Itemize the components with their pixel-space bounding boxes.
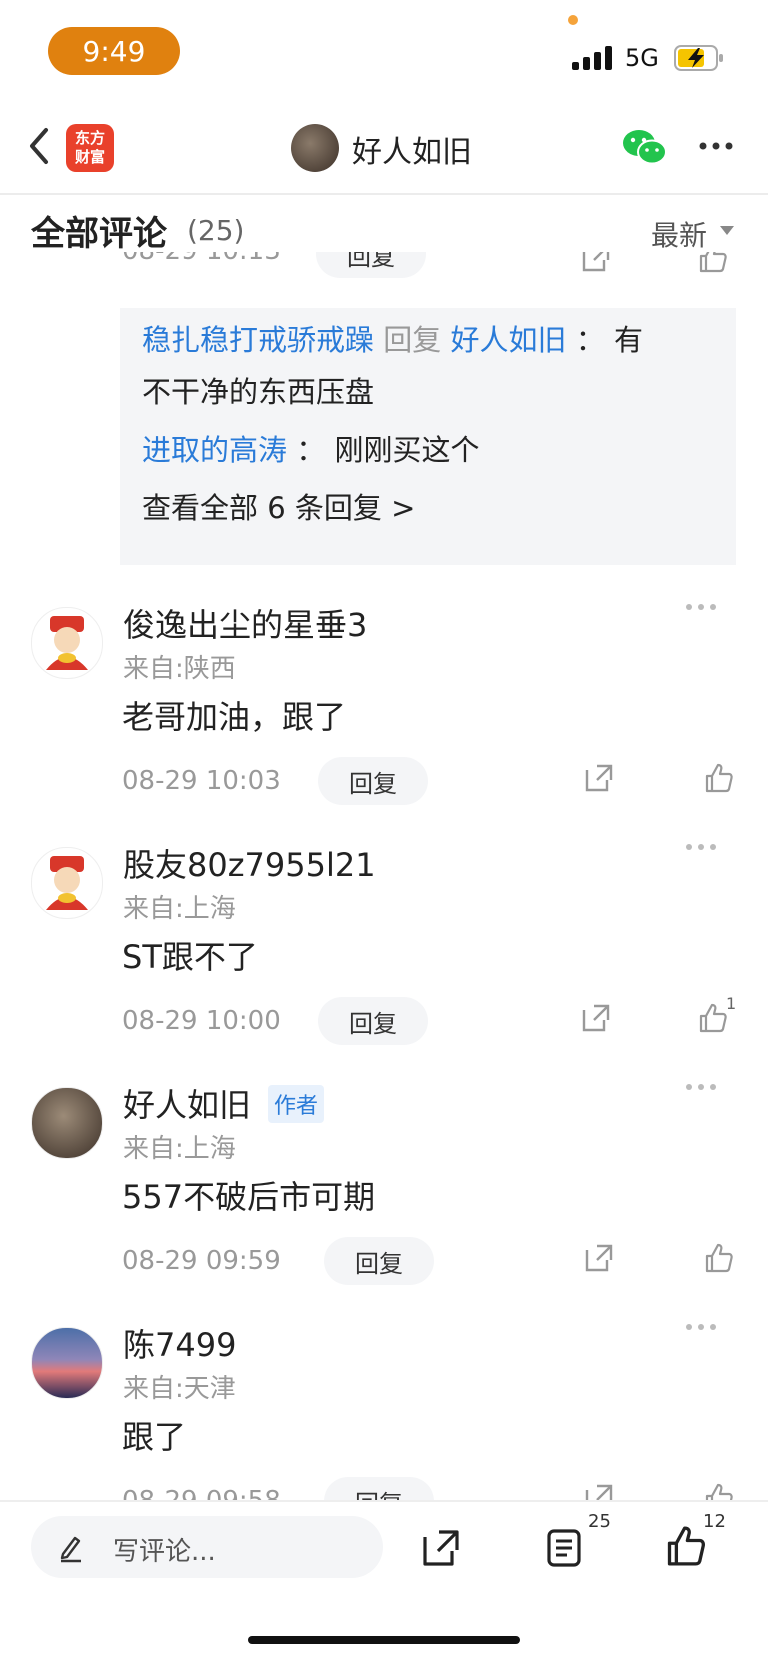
signal-icon [572,46,612,70]
back-chevron-icon[interactable] [26,126,52,166]
comment-date: 08-29 10:13 [122,252,281,266]
sort-dropdown[interactable]: 最新 [651,214,707,254]
comment-item: 俊逸出尘的星垂3 来自:陕西 老哥加油，跟了 08-29 10:03 回复 [0,590,768,820]
comment-date: 08-29 09:59 [122,1246,281,1276]
reply-button[interactable]: 回复 [324,1237,434,1285]
share-icon[interactable] [420,1527,462,1569]
reply-target-link[interactable]: 好人如旧 [450,323,566,357]
reply-separator: ： [296,433,326,467]
caret-down-icon[interactable] [720,226,734,235]
author-avatar[interactable] [291,124,339,172]
thumbs-up-icon[interactable] [703,1242,735,1274]
more-options-icon[interactable] [684,602,718,612]
reply-text-b: 不干净的东西压盘 [142,375,375,409]
share-icon[interactable] [583,762,615,794]
home-indicator [248,1636,520,1644]
comment-item: 好人如旧 作者 来自:上海 557不破后市可期 08-29 09:59 回复 [0,1070,768,1300]
battery-icon [674,45,723,71]
thumbs-up-icon[interactable] [697,1002,729,1034]
comment-list-icon[interactable] [545,1527,583,1569]
more-options-icon[interactable] [684,842,718,852]
reply-text-a: 有 [613,323,643,357]
reply-user-link[interactable]: 稳扎稳打戒骄戒躁 [142,323,374,357]
comment-location: 来自:陕西 [123,654,236,684]
section-title: 全部评论 [31,214,167,254]
more-options-icon[interactable] [684,1082,718,1092]
wechat-icon[interactable] [622,128,668,166]
reply-button[interactable]: 回复 [318,757,428,805]
comment-text: 跟了 [122,1418,187,1456]
network-label: 5G [625,44,659,72]
author-badge: 作者 [268,1085,325,1123]
like-count: 1 [726,994,737,1013]
view-all-replies-link[interactable]: 查看全部 6 条回复 > [142,482,415,534]
app-logo-line2: 财富 [74,148,105,166]
comment-item: 陈7499 来自:天津 跟了 08-29 09:58 回复 [0,1310,768,1500]
comment-location: 来自:天津 [123,1374,236,1404]
reply-verb: 回复 [383,323,442,357]
comment-location: 来自:上海 [123,894,236,924]
reply-user-link[interactable]: 进取的高涛 [142,433,287,467]
thumbs-up-icon[interactable] [664,1524,708,1568]
comment-username[interactable]: 俊逸出尘的星垂3 [123,600,367,646]
share-icon[interactable] [583,1482,615,1500]
comment-date: 08-29 09:58 [122,1486,281,1500]
privacy-indicator-dot [568,15,578,25]
fortune-god-avatar-icon [46,616,88,670]
share-icon[interactable] [580,252,612,274]
write-comment-placeholder[interactable]: 写评论... [113,1531,216,1568]
avatar[interactable] [31,1327,103,1399]
comment-date: 08-29 10:00 [122,1006,281,1036]
share-icon[interactable] [580,1002,612,1034]
reply-separator: ： [575,323,605,357]
comment-date: 08-29 10:03 [122,766,281,796]
reply-button[interactable]: 回复 [324,1477,434,1500]
thumbs-up-icon[interactable] [703,762,735,794]
app-logo-line1: 东方 [74,129,105,147]
comment-username[interactable]: 好人如旧 [123,1080,251,1126]
avatar[interactable] [31,847,103,919]
comment-username[interactable]: 陈7499 [123,1320,236,1366]
share-icon[interactable] [583,1242,615,1274]
comment-text: 老哥加油，跟了 [122,698,347,736]
fortune-god-avatar-icon [46,856,88,910]
reply-text: 刚刚买这个 [334,433,480,467]
more-horizontal-icon[interactable] [698,140,734,152]
comment-count-badge: 25 [588,1511,611,1532]
comment-item: 股友80z7955l21 来自:上海 ST跟不了 08-29 10:00 回复 … [0,830,768,1060]
app-logo[interactable]: 东方 财富 [66,124,114,172]
avatar[interactable] [31,607,103,679]
like-count-badge: 12 [703,1511,726,1532]
clipped-comment-row: 08-29 10:13 回复 [0,252,768,286]
comment-location: 来自:上海 [123,1134,236,1164]
reply-button[interactable]: 回复 [318,997,428,1045]
reply-button[interactable]: 回复 [316,252,426,278]
nested-replies: 稳扎稳打戒骄戒躁 回复 好人如旧 ： 有 不干净的东西压盘 进取的高涛 ： 刚刚… [120,308,736,565]
more-options-icon[interactable] [684,1322,718,1332]
thumbs-up-icon[interactable] [697,252,729,274]
comment-text: 557不破后市可期 [122,1178,376,1216]
comment-count: (25) [187,214,245,247]
page-title[interactable]: 好人如旧 [352,127,472,171]
thumbs-up-icon[interactable] [703,1482,735,1500]
comment-username[interactable]: 股友80z7955l21 [123,840,376,886]
status-time: 9:49 [48,27,180,75]
pen-icon [60,1536,81,1563]
comment-text: ST跟不了 [122,938,258,976]
avatar[interactable] [31,1087,103,1159]
